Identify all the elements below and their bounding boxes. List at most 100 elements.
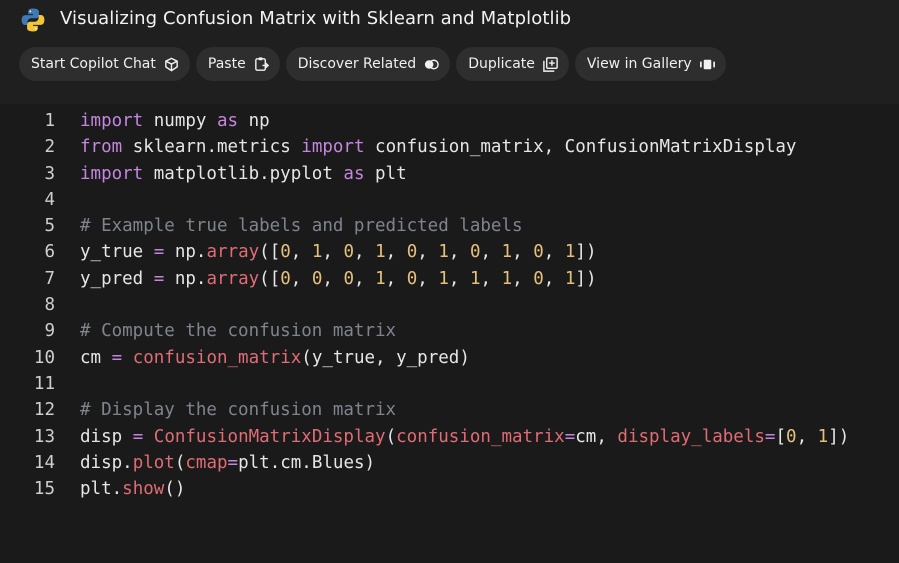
line-number: 10 [33, 347, 55, 368]
code-token: sklearn.metrics [122, 137, 302, 158]
code-token: from [80, 137, 123, 158]
code-token: display_labels [617, 426, 765, 447]
code-line: 12 # Display the confusion matrix [0, 397, 849, 423]
code-token: 0 [280, 242, 291, 263]
code-token: # Example true labels and predicted labe… [80, 216, 523, 237]
code-token: # Compute the confusion matrix [80, 321, 397, 342]
code-text: # Display the confusion matrix [80, 397, 396, 423]
page-title: Visualizing Confusion Matrix with Sklear… [60, 8, 572, 29]
paste-icon [254, 56, 269, 71]
code-token: 1 [375, 268, 386, 289]
code-token: 1 [438, 268, 449, 289]
code-token: 1 [564, 268, 576, 289]
duplicate-label: Duplicate [468, 56, 535, 72]
title-bar: Visualizing Confusion Matrix with Sklear… [0, 0, 899, 44]
code-token: 1 [438, 242, 449, 263]
code-token: np. [164, 268, 207, 289]
duplicate-button[interactable]: Duplicate [456, 47, 569, 81]
code-token: (y_true, y_pred) [301, 347, 470, 368]
code-token: = [564, 426, 576, 447]
code-token: array [206, 268, 260, 289]
discover-related-label: Discover Related [297, 56, 417, 72]
code-token: , [290, 242, 312, 263]
code-token: disp. [80, 452, 133, 473]
toolbar: Start Copilot Chat Paste Discover Relate… [19, 47, 726, 81]
code-token: , [322, 268, 344, 289]
code-line: 6 y_true = np.array([0, 1, 0, 1, 0, 1, 0,… [0, 239, 849, 265]
line-number: 13 [33, 426, 55, 447]
code-token: ]) [828, 426, 850, 447]
code-token: as [216, 111, 239, 131]
code-token: 1 [817, 426, 829, 447]
code-token: plt. [80, 479, 123, 500]
code-token: , [417, 242, 439, 263]
view-in-gallery-button[interactable]: View in Gallery [574, 47, 726, 81]
code-token: 0 [406, 242, 418, 263]
code-token: as [343, 163, 365, 184]
code-token: cmap [185, 452, 228, 473]
code-line: 9 # Compute the confusion matrix [0, 318, 849, 344]
code-text: # Compute the confusion matrix [80, 318, 396, 344]
code-token: , [480, 242, 502, 263]
code-token: 0 [343, 242, 355, 263]
code-token: disp [80, 426, 133, 447]
paste-button[interactable]: Paste [195, 47, 280, 81]
code-token: ]) [575, 268, 597, 289]
code-token: 1 [311, 242, 323, 263]
code-token: import [80, 163, 144, 184]
discover-related-button[interactable]: Discover Related [285, 47, 451, 81]
code-token: ([ [259, 242, 281, 263]
code-token: = [153, 268, 165, 289]
code-token: [ [775, 426, 787, 447]
duplicate-icon [543, 56, 558, 72]
code-token: 0 [280, 268, 291, 289]
code-token: , [512, 242, 534, 263]
start-copilot-chat-label: Start Copilot Chat [31, 56, 156, 72]
code-token: np. [164, 242, 207, 263]
code-lines: 1 import numpy as np 2 from sklearn.metrics… [0, 108, 849, 502]
code-token: , [354, 242, 376, 263]
code-token: , [543, 242, 565, 263]
code-text: from sklearn.metrics import confusion_ma… [80, 134, 796, 160]
code-token: import [80, 111, 144, 131]
code-text: import matplotlib.pyplot as plt [80, 161, 407, 187]
code-text: y_true = np.array([0, 1, 0, 1, 0, 1, 0, … [80, 239, 596, 265]
gallery-icon [699, 59, 715, 69]
start-copilot-chat-button[interactable]: Start Copilot Chat [19, 47, 190, 81]
code-token: confusion_matrix, ConfusionMatrixDisplay [364, 137, 797, 158]
line-number: 9 [44, 321, 55, 342]
code-token: # Display the confusion matrix [80, 400, 397, 421]
code-token: 1 [469, 268, 481, 289]
code-token: ([ [259, 268, 281, 289]
code-token: , [512, 268, 534, 289]
code-token: , [322, 242, 344, 263]
code-token: plot [132, 452, 175, 473]
code-token: import [301, 137, 365, 158]
code-block[interactable]: 1 import numpy as np 2 from sklearn.metrics… [0, 104, 899, 563]
line-number: 15 [33, 479, 55, 500]
code-token: 1 [375, 242, 386, 263]
code-token: show [122, 479, 165, 500]
line-number: 2 [44, 137, 55, 158]
code-token: plt.cm.Blues) [238, 452, 376, 473]
code-token: numpy [143, 111, 217, 131]
code-text: disp = ConfusionMatrixDisplay(confusion_… [80, 424, 849, 450]
line-number: 12 [33, 400, 55, 421]
code-line: 11 [0, 371, 849, 397]
code-line: 14 disp.plot(cmap=plt.cm.Blues) [0, 450, 849, 476]
code-token: ( [385, 426, 397, 447]
line-number: 11 [33, 373, 55, 394]
code-line: 15 plt.show() [0, 476, 849, 502]
line-number: 8 [44, 295, 55, 316]
code-token: , [385, 242, 407, 263]
line-number: 1 [44, 111, 55, 131]
code-token: , [385, 268, 407, 289]
code-line: 1 import numpy as np [0, 108, 849, 134]
code-token: confusion_matrix [132, 347, 302, 368]
code-token: , [290, 268, 312, 289]
code-line: 8 [0, 292, 849, 318]
line-number: 6 [44, 242, 55, 263]
code-token: , [354, 268, 376, 289]
